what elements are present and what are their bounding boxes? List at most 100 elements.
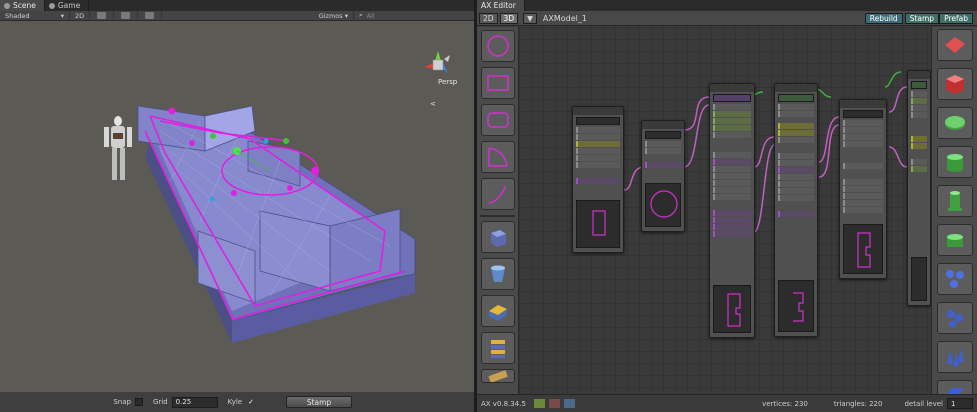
scatter-prim-button[interactable]	[937, 263, 973, 295]
ax-editor-window: AX Editor 2D 3D ▼ AXModel_1 Rebuild Stam…	[477, 0, 977, 412]
mode-3d-label: 3D	[503, 13, 515, 23]
ax-toolbar: 2D 3D ▼ AXModel_1 Rebuild Stamp Prefab	[477, 11, 977, 26]
scene-window: Scene Game Shaded ▾ 2D Gizmos ▾ ⌕ All < …	[0, 0, 474, 412]
node-row	[843, 120, 883, 126]
node-name-field[interactable]	[576, 117, 620, 125]
tab-ax-editor[interactable]: AX Editor	[477, 0, 525, 11]
node-row	[843, 127, 883, 133]
grid-label: Grid	[152, 398, 168, 406]
scene-search-input[interactable]: ⌕ All	[354, 11, 474, 21]
node-name-field[interactable]	[911, 81, 927, 89]
cube-mesh-button[interactable]	[481, 221, 515, 253]
node-row	[911, 159, 927, 165]
orientation-gizmo[interactable]	[424, 51, 450, 73]
corner-arc-shape-button[interactable]	[481, 141, 515, 173]
detail-label: detail level	[904, 399, 943, 408]
scene-viewport[interactable]: < Persp	[0, 21, 474, 392]
node-shape-rect[interactable]	[572, 106, 624, 253]
prefab-button[interactable]: Prefab	[939, 12, 973, 24]
ax-stamp-button[interactable]: Stamp	[904, 12, 940, 24]
node-row	[911, 91, 927, 97]
cylinder-mesh-button[interactable]	[481, 258, 515, 290]
search-icon: ⌕	[359, 11, 363, 19]
node-shape-distributor[interactable]	[839, 99, 887, 279]
node-output-row[interactable]	[645, 162, 681, 168]
scene-tab-icon	[4, 2, 10, 9]
shading-mode-dropdown[interactable]: Shaded ▾	[0, 10, 70, 21]
node-row	[911, 98, 927, 104]
kyle-character	[104, 116, 132, 180]
node-title-bar	[710, 84, 754, 92]
node-name-field[interactable]	[778, 94, 814, 102]
model-dropdown-button[interactable]: ▼	[523, 12, 537, 24]
tab-scene[interactable]: Scene	[0, 0, 45, 11]
node-graph-canvas[interactable]	[519, 27, 931, 394]
version-label: AX v0.8.34.5	[481, 399, 526, 408]
rectangle-shape-icon	[487, 75, 509, 91]
node-output-row[interactable]	[576, 178, 620, 184]
node-row	[843, 193, 883, 199]
tab-scene-label: Scene	[13, 1, 36, 10]
tool-divider	[480, 215, 515, 217]
node-row-selected	[911, 143, 927, 149]
node-output-model[interactable]	[907, 70, 931, 306]
pillar-prim-button[interactable]	[937, 224, 973, 256]
layout-toggle-icon[interactable]	[548, 399, 560, 408]
game-tab-icon	[48, 2, 55, 9]
spikes-prim-button[interactable]	[937, 341, 973, 373]
cylinder-prim-button[interactable]	[937, 146, 973, 178]
node-preview	[911, 257, 927, 301]
projection-label[interactable]: Persp	[438, 78, 457, 86]
audio-toggle[interactable]	[114, 10, 139, 21]
tree-toggle-icon[interactable]	[563, 399, 575, 408]
circle-shape-button[interactable]	[481, 30, 515, 62]
model-name: AXModel_1	[542, 13, 587, 23]
column-prim-button[interactable]	[937, 185, 973, 217]
node-name-field[interactable]	[713, 94, 751, 102]
node-preview	[778, 280, 814, 332]
platform-mesh-button[interactable]	[481, 295, 515, 327]
cube-prim-button[interactable]	[937, 68, 973, 100]
kyle-checkbox[interactable]: ✓	[248, 398, 254, 406]
vertices-label: vertices: 230	[762, 399, 808, 408]
gizmos-dropdown[interactable]: Gizmos ▾	[314, 10, 354, 21]
tab-game[interactable]: Game	[45, 0, 90, 11]
repeater-prim-button[interactable]	[937, 302, 973, 334]
node-name-field[interactable]	[645, 131, 681, 139]
disc-prim-icon	[945, 116, 965, 130]
stamp-button[interactable]: Stamp	[286, 396, 352, 408]
node-row	[576, 127, 620, 133]
curve-shape-button[interactable]	[481, 178, 515, 210]
mode-2d-label: 2D	[75, 11, 85, 20]
node-extrude[interactable]	[774, 83, 818, 337]
node-row	[713, 159, 751, 165]
mode-3d-button[interactable]: 3D	[499, 12, 519, 24]
ruler-mesh-button[interactable]	[481, 369, 515, 383]
prefab-label: Prefab	[944, 13, 968, 23]
detail-level-field[interactable]: 1	[947, 398, 973, 409]
node-shape-merger[interactable]	[709, 83, 755, 338]
node-row	[778, 111, 814, 117]
mode-2d-button[interactable]: 2D	[479, 12, 498, 24]
rectangle-shape-button[interactable]	[481, 67, 515, 99]
disc-prim-button[interactable]	[937, 107, 973, 139]
grid-value: 0.25	[175, 398, 192, 406]
rebuild-button[interactable]: Rebuild	[864, 12, 903, 24]
kyle-label: Kyle	[227, 398, 243, 406]
plane-prim-button[interactable]	[937, 29, 973, 61]
node-shape-circle[interactable]	[641, 120, 685, 232]
grid-field[interactable]: 0.25	[171, 396, 218, 408]
mode-2d-toggle[interactable]: 2D	[70, 10, 91, 21]
node-preview	[713, 285, 751, 333]
node-title-bar	[840, 100, 886, 108]
node-row	[576, 148, 620, 154]
node-row	[713, 118, 751, 124]
rounded-rect-shape-button[interactable]	[481, 104, 515, 136]
node-row	[576, 134, 620, 140]
snap-checkbox[interactable]	[134, 398, 143, 406]
stairs-mesh-button[interactable]	[481, 332, 515, 364]
node-name-field[interactable]	[843, 110, 883, 118]
lighting-toggle[interactable]	[90, 10, 115, 21]
grid-toggle-icon[interactable]	[533, 399, 545, 408]
effects-toggle[interactable]	[138, 10, 163, 21]
